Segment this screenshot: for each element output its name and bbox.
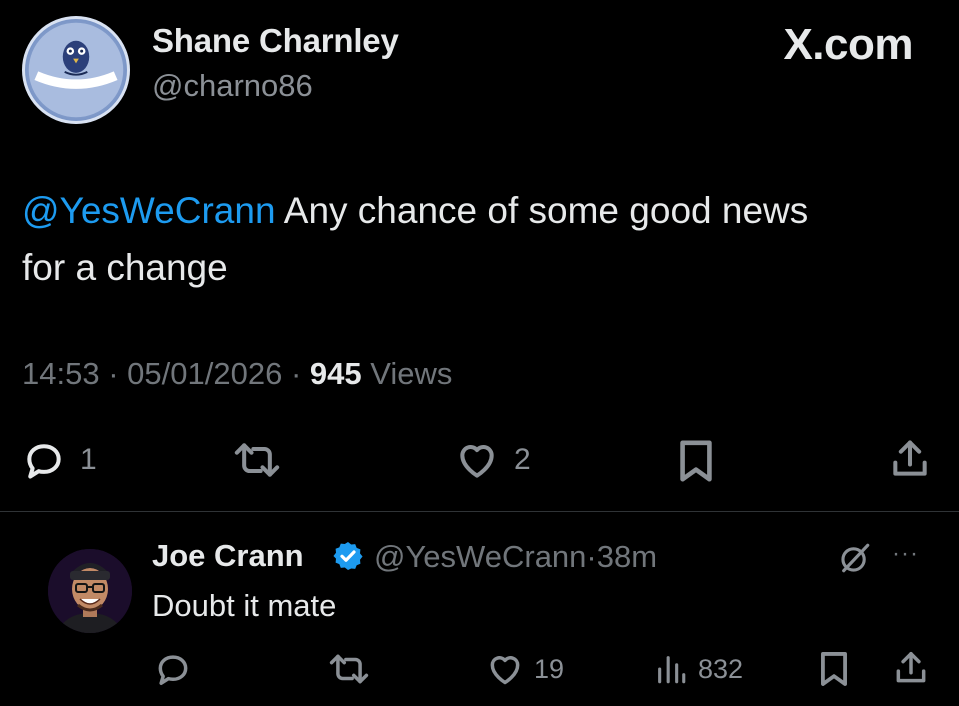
tweet-text: @YesWeCrann Any chance of some good news… bbox=[22, 182, 922, 296]
swfc-badge-icon bbox=[28, 22, 124, 118]
reply-like-count: 19 bbox=[534, 653, 565, 684]
reply-icon bbox=[158, 655, 188, 685]
reply-author-avatar[interactable] bbox=[48, 549, 132, 633]
reply-avatar-photo-icon bbox=[48, 549, 132, 633]
share-button[interactable] bbox=[888, 436, 932, 482]
author-handle[interactable]: @charno86 bbox=[152, 68, 313, 104]
reply-button[interactable]: 1 bbox=[22, 438, 97, 482]
bookmark-button[interactable] bbox=[676, 438, 716, 484]
reply-text: Doubt it mate bbox=[152, 588, 337, 623]
reply-author-name[interactable]: Joe Crann bbox=[152, 538, 304, 574]
reply-author-handle[interactable]: @YesWeCrann bbox=[374, 539, 586, 574]
retweet-icon bbox=[234, 443, 280, 477]
views-count: 945 bbox=[309, 356, 362, 391]
divider bbox=[0, 511, 959, 512]
reply-views-count: 832 bbox=[698, 653, 744, 684]
author-name[interactable]: Shane Charnley bbox=[152, 22, 399, 60]
views-icon bbox=[658, 656, 686, 684]
tweet-text-line2: for a change bbox=[22, 247, 228, 288]
mention-link[interactable]: @YesWeCrann bbox=[22, 190, 276, 231]
reply-share-button[interactable] bbox=[892, 648, 930, 688]
tweet-text-line1: Any chance of some good news bbox=[275, 190, 809, 231]
reply-retweet-button[interactable] bbox=[328, 650, 370, 688]
retweet-button[interactable] bbox=[232, 438, 282, 482]
verified-badge-icon bbox=[333, 542, 363, 570]
bookmark-icon bbox=[680, 440, 712, 482]
meta-separator: · bbox=[586, 539, 597, 574]
author-avatar[interactable] bbox=[22, 16, 130, 124]
retweet-icon bbox=[329, 654, 369, 684]
more-icon[interactable]: ··· bbox=[892, 540, 919, 568]
meta-separator: · bbox=[290, 356, 302, 391]
reply-bookmark-button[interactable] bbox=[818, 650, 850, 688]
like-icon bbox=[490, 656, 520, 685]
meta-separator: · bbox=[108, 356, 119, 391]
views-label: Views bbox=[370, 356, 453, 391]
like-button[interactable]: 2 bbox=[454, 438, 531, 482]
like-count: 2 bbox=[514, 443, 531, 476]
tweet-time[interactable]: 14:53 bbox=[22, 356, 100, 391]
bookmark-icon bbox=[821, 652, 847, 686]
reply-like-button[interactable]: 19 bbox=[486, 650, 564, 688]
tweet-date[interactable]: 05/01/2026 bbox=[127, 356, 282, 391]
brand-logo: X.com bbox=[783, 20, 913, 69]
reply-count: 1 bbox=[80, 443, 97, 476]
share-icon bbox=[896, 652, 926, 683]
tweet-meta: 14:53 · 05/01/2026 · 945 Views bbox=[22, 356, 452, 392]
share-icon bbox=[893, 440, 927, 476]
reply-icon bbox=[27, 444, 61, 479]
reply-reply-button[interactable] bbox=[154, 650, 192, 688]
reply-meta: @YesWeCrann·38m bbox=[374, 539, 657, 575]
reply-time[interactable]: 38m bbox=[597, 539, 657, 574]
grok-icon[interactable] bbox=[838, 541, 872, 575]
reply-views-button[interactable]: 832 bbox=[654, 650, 743, 688]
like-icon bbox=[460, 445, 494, 478]
